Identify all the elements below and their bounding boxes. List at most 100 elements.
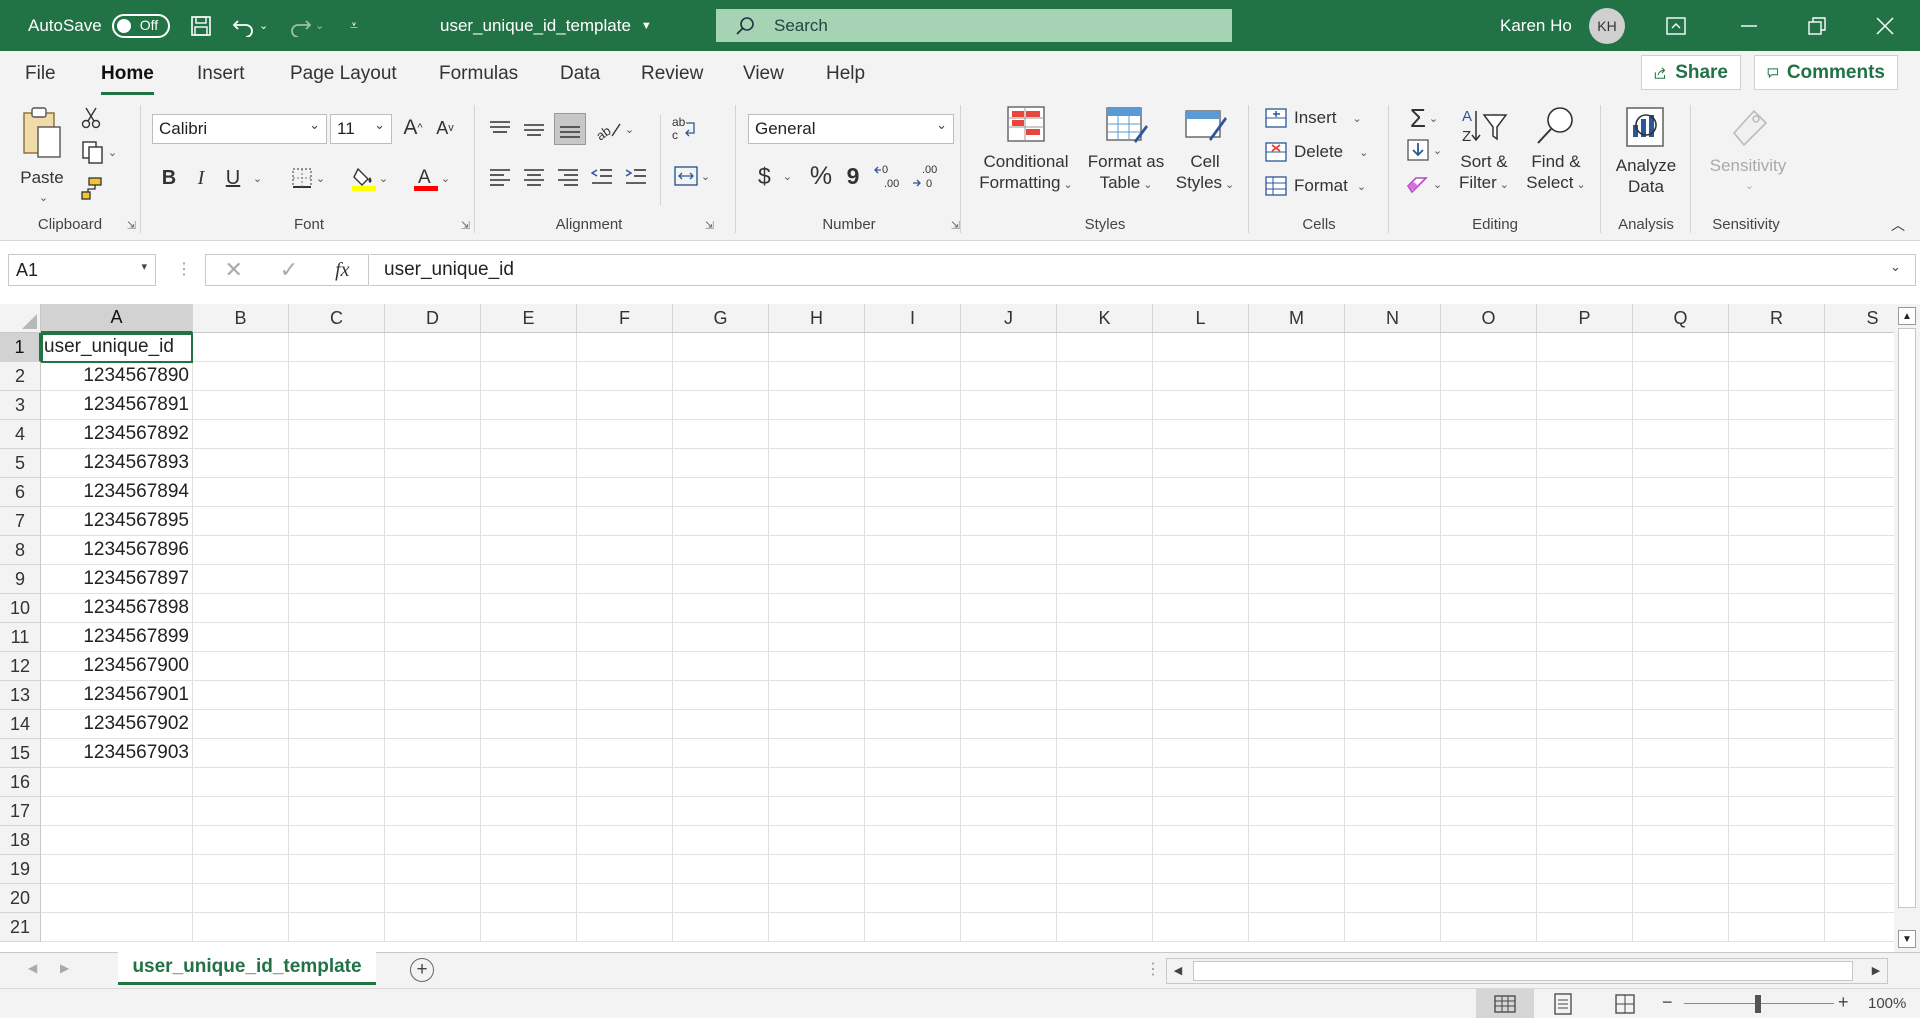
cell-b8[interactable] bbox=[193, 536, 289, 565]
row-header-6[interactable]: 6 bbox=[0, 478, 41, 507]
cell-q2[interactable] bbox=[1633, 362, 1729, 391]
cell-b12[interactable] bbox=[193, 652, 289, 681]
cell-c4[interactable] bbox=[289, 420, 385, 449]
cell-r14[interactable] bbox=[1729, 710, 1825, 739]
cell-k10[interactable] bbox=[1057, 594, 1153, 623]
delete-cells-button[interactable]: Delete ⌄ bbox=[1264, 141, 1368, 163]
cell-g16[interactable] bbox=[673, 768, 769, 797]
column-header-n[interactable]: N bbox=[1345, 304, 1441, 333]
cell-b2[interactable] bbox=[193, 362, 289, 391]
sheet-tab-active[interactable]: user_unique_id_template bbox=[118, 952, 376, 985]
fill-color-button[interactable]: ⌄ bbox=[346, 163, 394, 193]
cell-a21[interactable] bbox=[41, 913, 193, 942]
cell-j14[interactable] bbox=[961, 710, 1057, 739]
cell-b18[interactable] bbox=[193, 826, 289, 855]
cell-o17[interactable] bbox=[1441, 797, 1537, 826]
cell-q12[interactable] bbox=[1633, 652, 1729, 681]
cell-p14[interactable] bbox=[1537, 710, 1633, 739]
conditional-formatting-button[interactable]: Conditional Formatting ⌄ bbox=[972, 105, 1080, 196]
cell-m16[interactable] bbox=[1249, 768, 1345, 797]
cell-h15[interactable] bbox=[769, 739, 865, 768]
cell-g19[interactable] bbox=[673, 855, 769, 884]
cell-e16[interactable] bbox=[481, 768, 577, 797]
cell-d11[interactable] bbox=[385, 623, 481, 652]
cell-d12[interactable] bbox=[385, 652, 481, 681]
cell-a17[interactable] bbox=[41, 797, 193, 826]
autosum-icon[interactable]: Σ ⌄ bbox=[1400, 103, 1448, 133]
cell-j12[interactable] bbox=[961, 652, 1057, 681]
format-as-table-button[interactable]: Format as Table ⌄ bbox=[1082, 105, 1170, 196]
scroll-up-icon[interactable]: ▲ bbox=[1898, 307, 1916, 325]
cell-i16[interactable] bbox=[865, 768, 961, 797]
decrease-font-size-button[interactable]: Av bbox=[430, 113, 460, 143]
cell-h5[interactable] bbox=[769, 449, 865, 478]
next-sheet-icon[interactable]: ▶ bbox=[60, 961, 69, 975]
horizontal-scrollbar[interactable]: ◀ ▶ bbox=[1166, 958, 1888, 984]
cell-e15[interactable] bbox=[481, 739, 577, 768]
cell-n6[interactable] bbox=[1345, 478, 1441, 507]
cell-n17[interactable] bbox=[1345, 797, 1441, 826]
cell-h14[interactable] bbox=[769, 710, 865, 739]
cell-c5[interactable] bbox=[289, 449, 385, 478]
format-painter-icon[interactable] bbox=[78, 175, 104, 201]
cell-k6[interactable] bbox=[1057, 478, 1153, 507]
cell-l8[interactable] bbox=[1153, 536, 1249, 565]
cell-d7[interactable] bbox=[385, 507, 481, 536]
expand-formula-bar-icon[interactable]: ⌄ bbox=[1890, 259, 1901, 275]
cell-i7[interactable] bbox=[865, 507, 961, 536]
cell-m17[interactable] bbox=[1249, 797, 1345, 826]
row-header-3[interactable]: 3 bbox=[0, 391, 41, 420]
cell-f15[interactable] bbox=[577, 739, 673, 768]
cell-c18[interactable] bbox=[289, 826, 385, 855]
cell-k1[interactable] bbox=[1057, 333, 1153, 362]
column-header-j[interactable]: J bbox=[961, 304, 1057, 333]
cell-c17[interactable] bbox=[289, 797, 385, 826]
cell-q7[interactable] bbox=[1633, 507, 1729, 536]
cell-l13[interactable] bbox=[1153, 681, 1249, 710]
cell-r7[interactable] bbox=[1729, 507, 1825, 536]
cell-h12[interactable] bbox=[769, 652, 865, 681]
column-header-m[interactable]: M bbox=[1249, 304, 1345, 333]
comma-style-button[interactable]: 9 bbox=[840, 161, 866, 191]
cell-h20[interactable] bbox=[769, 884, 865, 913]
cell-p12[interactable] bbox=[1537, 652, 1633, 681]
cell-f11[interactable] bbox=[577, 623, 673, 652]
cell-a15[interactable]: 1234567903 bbox=[41, 739, 193, 768]
cell-e19[interactable] bbox=[481, 855, 577, 884]
add-sheet-icon[interactable]: + bbox=[410, 958, 434, 982]
cell-d3[interactable] bbox=[385, 391, 481, 420]
search-box[interactable]: Search bbox=[716, 9, 1232, 42]
cell-c2[interactable] bbox=[289, 362, 385, 391]
find-select-button[interactable]: Find & Select ⌄ bbox=[1520, 105, 1592, 196]
cell-h11[interactable] bbox=[769, 623, 865, 652]
cell-g3[interactable] bbox=[673, 391, 769, 420]
cell-p17[interactable] bbox=[1537, 797, 1633, 826]
cell-d19[interactable] bbox=[385, 855, 481, 884]
align-right-icon[interactable] bbox=[554, 163, 582, 191]
row-header-15[interactable]: 15 bbox=[0, 739, 41, 768]
cell-m12[interactable] bbox=[1249, 652, 1345, 681]
tab-help[interactable]: Help bbox=[826, 63, 865, 85]
cell-h7[interactable] bbox=[769, 507, 865, 536]
select-all-button[interactable] bbox=[0, 304, 41, 333]
cell-h4[interactable] bbox=[769, 420, 865, 449]
cell-o14[interactable] bbox=[1441, 710, 1537, 739]
cell-r16[interactable] bbox=[1729, 768, 1825, 797]
cell-a4[interactable]: 1234567892 bbox=[41, 420, 193, 449]
cell-o9[interactable] bbox=[1441, 565, 1537, 594]
cell-b11[interactable] bbox=[193, 623, 289, 652]
cell-o7[interactable] bbox=[1441, 507, 1537, 536]
cell-p5[interactable] bbox=[1537, 449, 1633, 478]
cell-b15[interactable] bbox=[193, 739, 289, 768]
column-header-p[interactable]: P bbox=[1537, 304, 1633, 333]
cell-q21[interactable] bbox=[1633, 913, 1729, 942]
cell-f7[interactable] bbox=[577, 507, 673, 536]
cell-h19[interactable] bbox=[769, 855, 865, 884]
cell-l5[interactable] bbox=[1153, 449, 1249, 478]
merge-center-icon[interactable]: ⌄ bbox=[668, 161, 716, 191]
cell-o4[interactable] bbox=[1441, 420, 1537, 449]
cell-a19[interactable] bbox=[41, 855, 193, 884]
cell-p6[interactable] bbox=[1537, 478, 1633, 507]
page-break-preview-icon[interactable] bbox=[1614, 993, 1636, 1018]
cell-m14[interactable] bbox=[1249, 710, 1345, 739]
